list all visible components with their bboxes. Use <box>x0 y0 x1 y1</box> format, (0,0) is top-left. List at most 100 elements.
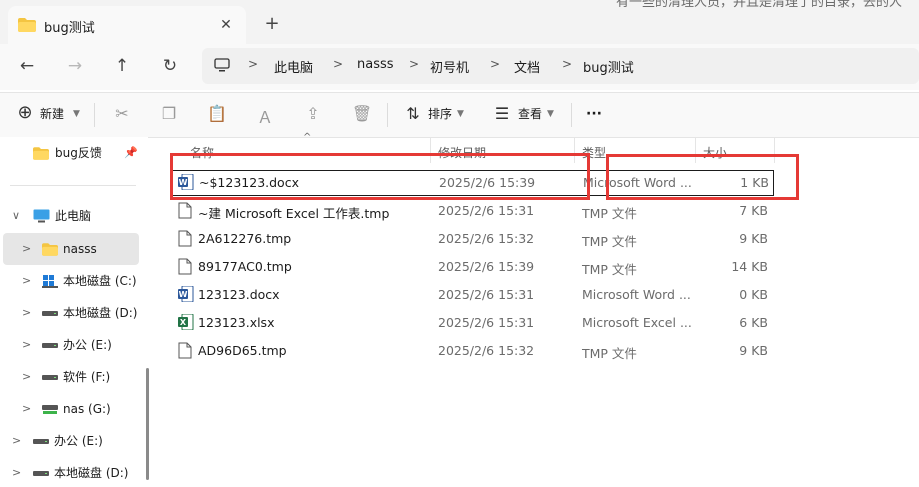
sidebar-item-label: 本地磁盘 (D:) <box>63 306 138 320</box>
paste-icon[interactable]: 📋 <box>206 104 228 123</box>
file-size: 9 KB <box>739 343 768 358</box>
sidebar-item-label: 本地磁盘 (D:) <box>54 466 129 480</box>
refresh-button[interactable]: ↻ <box>158 55 182 79</box>
chevron-down-icon[interactable]: ∨ <box>12 209 20 222</box>
sidebar-scrollbar[interactable] <box>146 368 149 480</box>
breadcrumb-bug-test[interactable]: bug测试 <box>583 57 634 76</box>
breadcrumb-separator: > <box>409 57 420 71</box>
toolbar-divider <box>94 103 95 127</box>
file-size: 9 KB <box>739 231 768 246</box>
chevron-right-icon[interactable]: > <box>12 434 21 447</box>
file-type: Microsoft Excel ... <box>582 315 692 330</box>
back-button[interactable]: ← <box>15 55 39 79</box>
tab-close-icon[interactable]: ✕ <box>216 15 236 35</box>
rename-icon[interactable]: Ａ <box>254 104 276 128</box>
breadcrumb-separator: > <box>248 57 259 71</box>
cut-icon[interactable]: ✂ <box>111 104 133 123</box>
chevron-right-icon[interactable]: > <box>22 306 31 319</box>
view-icon: ☰ <box>494 104 510 123</box>
sidebar-item-label: 办公 (E:) <box>54 434 103 448</box>
sort-icon: ⇅ <box>406 104 420 123</box>
view-button[interactable]: 查看 <box>518 103 542 125</box>
file-row[interactable]: ~建 Microsoft Excel 工作表.tmp 2025/2/6 15:3… <box>172 198 772 225</box>
sort-button[interactable]: 排序 <box>428 103 452 125</box>
folder-icon <box>42 243 58 256</box>
file-name: 123123.docx <box>198 287 280 302</box>
chevron-right-icon[interactable]: > <box>22 242 31 255</box>
chevron-right-icon[interactable]: > <box>22 338 31 351</box>
file-size: 0 KB <box>739 287 768 302</box>
chevron-down-icon: ▼ <box>73 109 80 119</box>
drive-icon <box>42 311 58 316</box>
sidebar-divider <box>10 185 136 186</box>
folder-icon <box>33 147 49 160</box>
new-button[interactable]: 新建 <box>40 103 64 125</box>
command-bar: ⊕ 新建 ▼ ✂ ❐ 📋 Ａ ⇪ 🗑 ⇅ 排序 ▼ ☰ 查看 ▼ ··· <box>0 92 919 138</box>
file-date: 2025/2/6 15:32 <box>438 231 535 246</box>
chevron-right-icon[interactable]: > <box>12 466 21 479</box>
windows-drive-icon <box>42 275 58 288</box>
drive-icon <box>42 343 58 348</box>
toolbar-divider <box>571 103 572 127</box>
folder-icon <box>18 18 36 35</box>
pin-icon[interactable]: 📌 <box>124 146 138 159</box>
file-row[interactable]: W 123123.docx 2025/2/6 15:31 Microsoft W… <box>172 282 772 309</box>
file-name: ~建 Microsoft Excel 工作表.tmp <box>198 206 390 221</box>
up-button[interactable]: ↑ <box>110 55 134 79</box>
file-icon <box>178 202 192 219</box>
network-drive-icon <box>42 405 58 414</box>
chevron-right-icon[interactable]: > <box>22 370 31 383</box>
sidebar-item-label: nas (G:) <box>63 402 111 416</box>
tab-bug-test[interactable]: bug测试 ✕ <box>8 6 246 46</box>
drive-icon <box>33 471 49 476</box>
file-icon <box>178 230 192 247</box>
file-date: 2025/2/6 15:31 <box>438 287 535 302</box>
breadcrumb-documents[interactable]: 文档 <box>514 57 540 76</box>
navigation-pane: bug反馈 📌 ∨ 此电脑 > nasss > 本地磁盘 (C:) > 本地磁盘… <box>0 137 148 480</box>
address-bar[interactable]: > 此电脑 > nasss > 初号机 > 文档 > bug测试 <box>202 48 919 84</box>
file-date: 2025/2/6 15:31 <box>438 315 535 330</box>
file-date: 2025/2/6 15:31 <box>438 203 535 218</box>
breadcrumb-nasss[interactable]: nasss <box>357 57 394 72</box>
toolbar-divider <box>387 103 388 127</box>
svg-text:X: X <box>180 318 187 327</box>
file-name: 2A612276.tmp <box>198 231 292 246</box>
file-size: 14 KB <box>731 259 768 274</box>
sidebar-item-label: bug反馈 <box>55 146 102 160</box>
breadcrumb-chuhaoji[interactable]: 初号机 <box>430 57 469 76</box>
sidebar-item-label: 此电脑 <box>55 209 92 223</box>
chevron-right-icon[interactable]: > <box>22 402 31 415</box>
file-row[interactable]: X 123123.xlsx 2025/2/6 15:31 Microsoft E… <box>172 310 772 337</box>
file-row[interactable]: 2A612276.tmp 2025/2/6 15:32 TMP 文件 9 KB <box>172 226 772 253</box>
file-row[interactable]: 89177AC0.tmp 2025/2/6 15:39 TMP 文件 14 KB <box>172 254 772 281</box>
more-options-button[interactable]: ··· <box>586 103 602 125</box>
word-icon: W <box>178 286 194 302</box>
drive-icon <box>42 375 58 380</box>
sidebar-item-label: nasss <box>63 242 97 256</box>
file-size: 6 KB <box>739 315 768 330</box>
file-date: 2025/2/6 15:39 <box>438 259 535 274</box>
delete-icon[interactable]: 🗑 <box>351 104 373 123</box>
chevron-down-icon: ▼ <box>457 109 464 119</box>
chevron-down-icon: ▼ <box>547 109 554 119</box>
file-name: 123123.xlsx <box>198 315 275 330</box>
file-size: 7 KB <box>739 203 768 218</box>
forward-button[interactable]: → <box>63 55 87 79</box>
pc-icon <box>33 209 50 223</box>
file-row[interactable]: AD96D65.tmp 2025/2/6 15:32 TMP 文件 9 KB <box>172 338 772 365</box>
annotation-box-filename <box>170 153 590 200</box>
file-type: TMP 文件 <box>582 206 637 221</box>
copy-icon[interactable]: ❐ <box>158 104 180 123</box>
share-icon[interactable]: ⇪ <box>302 104 324 123</box>
breadcrumb-this-pc[interactable]: 此电脑 <box>274 57 313 76</box>
new-tab-button[interactable]: + <box>262 14 282 34</box>
drive-icon <box>33 439 49 444</box>
chevron-right-icon[interactable]: > <box>22 274 31 287</box>
file-name: 89177AC0.tmp <box>198 259 292 274</box>
file-name: AD96D65.tmp <box>198 343 287 358</box>
breadcrumb-separator: > <box>490 57 501 71</box>
svg-text:W: W <box>179 290 188 299</box>
annotation-box-size <box>606 154 799 200</box>
file-type: TMP 文件 <box>582 346 637 361</box>
navigation-bar: ← → ↑ ↻ > 此电脑 > nasss > 初号机 > 文档 > bug测试 <box>0 44 919 90</box>
